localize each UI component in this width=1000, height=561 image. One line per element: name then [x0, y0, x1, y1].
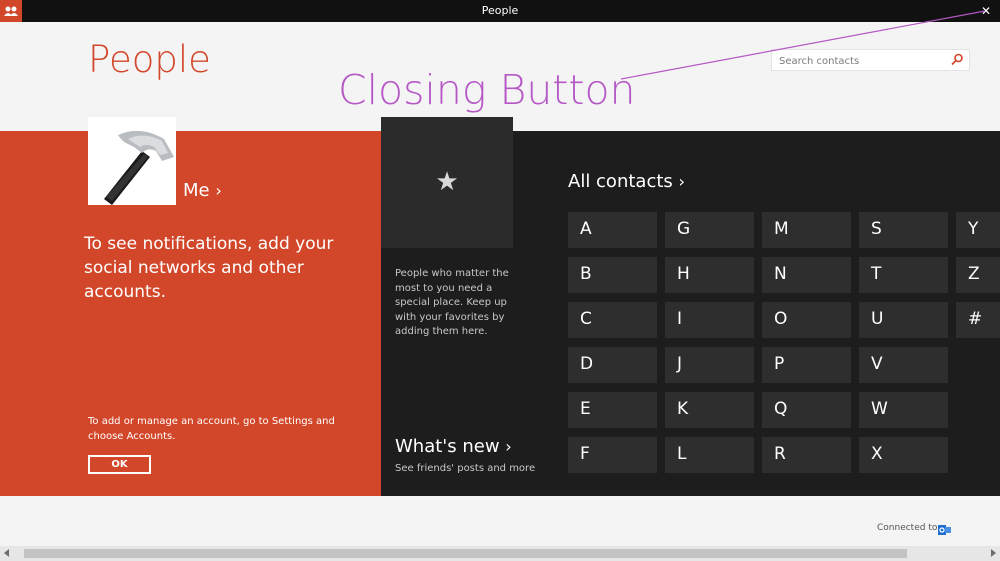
all-contacts-label: All contacts: [568, 171, 673, 192]
letter-tile[interactable]: U: [859, 302, 948, 338]
chevron-right-icon: ›: [505, 437, 512, 456]
search-input[interactable]: [777, 52, 941, 70]
letter-tile[interactable]: X: [859, 437, 948, 473]
me-label: Me: [183, 180, 210, 201]
letter-tile[interactable]: T: [859, 257, 948, 293]
letter-tile[interactable]: E: [568, 392, 657, 428]
letter-tile[interactable]: J: [665, 347, 754, 383]
letter-tile[interactable]: Z: [956, 257, 1000, 293]
chevron-right-icon: ›: [678, 172, 685, 191]
letter-tile[interactable]: V: [859, 347, 948, 383]
letter-tile[interactable]: W: [859, 392, 948, 428]
letter-tile[interactable]: I: [665, 302, 754, 338]
notifications-message: To see notifications, add your social ne…: [84, 234, 334, 302]
letter-tile[interactable]: F: [568, 437, 657, 473]
whats-new-label: What's new: [395, 436, 500, 457]
footer: [0, 496, 1000, 546]
star-icon: ★: [435, 167, 459, 197]
search-button[interactable]: [949, 52, 965, 68]
ok-button[interactable]: OK: [88, 455, 151, 474]
letter-tile[interactable]: #: [956, 302, 1000, 338]
scroll-right-arrow-icon[interactable]: [991, 549, 996, 557]
all-contacts-link[interactable]: All contacts ›: [568, 171, 685, 192]
me-link[interactable]: Me ›: [183, 180, 222, 201]
chevron-right-icon: ›: [215, 181, 222, 200]
annotation-label: Closing Button: [338, 66, 636, 114]
letter-tile[interactable]: K: [665, 392, 754, 428]
letter-tile[interactable]: B: [568, 257, 657, 293]
letter-tile[interactable]: C: [568, 302, 657, 338]
letter-tile[interactable]: Y: [956, 212, 1000, 248]
letter-tile[interactable]: R: [762, 437, 851, 473]
letter-tile[interactable]: P: [762, 347, 851, 383]
letter-tile[interactable]: Q: [762, 392, 851, 428]
close-button[interactable]: ✕: [978, 2, 994, 20]
letter-tile[interactable]: A: [568, 212, 657, 248]
connected-label: Connected to: [877, 523, 938, 533]
horizontal-scrollbar[interactable]: [0, 546, 1000, 561]
letter-tile[interactable]: G: [665, 212, 754, 248]
favorites-tile[interactable]: ★: [381, 117, 513, 248]
whats-new-link[interactable]: What's new ›: [395, 436, 512, 457]
scroll-left-arrow-icon[interactable]: [4, 549, 9, 557]
close-icon: ✕: [980, 4, 992, 18]
letter-tile[interactable]: L: [665, 437, 754, 473]
title-bar: People ✕: [0, 0, 1000, 22]
outlook-icon: [938, 521, 951, 535]
letter-tile[interactable]: H: [665, 257, 754, 293]
letter-tile[interactable]: O: [762, 302, 851, 338]
page-title: People: [88, 38, 211, 81]
letter-tile[interactable]: S: [859, 212, 948, 248]
window-title: People: [481, 4, 519, 17]
letter-tile[interactable]: M: [762, 212, 851, 248]
scroll-thumb[interactable]: [24, 549, 907, 558]
manage-accounts-hint: To add or manage an account, go to Setti…: [88, 416, 335, 442]
search-box: [771, 49, 970, 71]
letter-tile[interactable]: N: [762, 257, 851, 293]
avatar[interactable]: [88, 117, 176, 205]
favorites-description: People who matter the most to you need a…: [395, 268, 509, 337]
hammer-icon: [104, 130, 174, 205]
whats-new-subtitle: See friends' posts and more: [395, 463, 536, 474]
letter-tile[interactable]: D: [568, 347, 657, 383]
search-icon: [951, 53, 963, 66]
